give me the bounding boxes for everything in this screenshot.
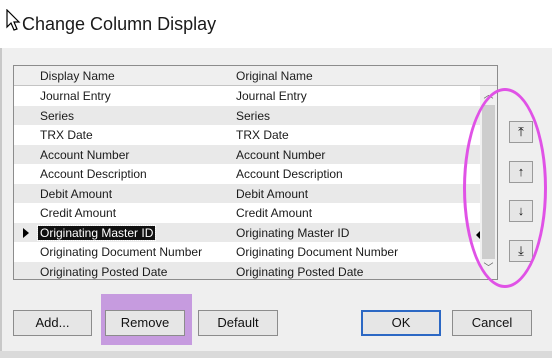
display-name-cell: Originating Document Number xyxy=(40,245,203,259)
original-name-cell: Debit Amount xyxy=(236,186,309,201)
table-row[interactable]: TRX Date TRX Date xyxy=(14,125,480,145)
mouse-cursor-icon xyxy=(6,9,21,31)
original-name-cell: Credit Amount xyxy=(236,206,313,220)
display-name-cell: Series xyxy=(40,108,75,123)
table-row[interactable]: Originating Posted Date Originating Poste… xyxy=(14,261,480,279)
original-name-cell: Account Number xyxy=(236,147,326,162)
table-row[interactable]: Series Series xyxy=(14,105,480,125)
display-name-cell: Debit Amount xyxy=(40,186,113,201)
current-row-icon xyxy=(23,227,29,238)
original-name-cell: Originating Posted Date xyxy=(236,264,364,279)
window-bottom-edge xyxy=(0,351,552,358)
original-name-cell: Originating Master ID xyxy=(236,225,350,240)
title-bar: Change Column Display xyxy=(0,0,552,48)
display-name-cell: Account Number xyxy=(40,147,130,162)
original-name-cell: Originating Document Number xyxy=(236,245,399,259)
display-name-cell: Originating Master ID xyxy=(36,224,157,241)
column-list[interactable]: Display Name Original Name Journal Entry… xyxy=(13,65,498,280)
display-name-cell: Journal Entry xyxy=(40,89,111,103)
remove-button[interactable]: Remove xyxy=(105,310,185,336)
remove-label: Remove xyxy=(120,315,170,330)
table-row[interactable]: Account Number Account Number xyxy=(14,144,480,164)
original-name-cell: Series xyxy=(236,108,271,123)
default-button[interactable]: Default xyxy=(198,310,278,336)
original-name-cell: TRX Date xyxy=(236,128,289,142)
display-name-cell: TRX Date xyxy=(40,128,93,142)
display-name-header[interactable]: Display Name xyxy=(40,69,115,83)
add-button[interactable]: Add... xyxy=(13,310,92,336)
table-row[interactable]: Account Description Account Description xyxy=(14,164,480,184)
original-name-header[interactable]: Original Name xyxy=(236,69,313,83)
default-label: Default xyxy=(217,315,259,330)
original-name-cell: Journal Entry xyxy=(236,89,307,103)
change-column-display-dialog: Change Column Display Display Name Origi… xyxy=(0,0,552,358)
table-row[interactable]: Originating Document Number Originating D… xyxy=(14,242,480,262)
move-buttons-annotation xyxy=(463,88,547,288)
table-row[interactable]: Originating Master ID Originating Master … xyxy=(14,222,480,242)
table-row[interactable]: Credit Amount Credit Amount xyxy=(14,203,480,223)
table-row[interactable]: Debit Amount Debit Amount xyxy=(14,183,480,203)
original-name-cell: Account Description xyxy=(236,167,343,181)
ok-button[interactable]: OK xyxy=(361,310,441,336)
list-rows: Journal Entry Journal Entry Series Series TR… xyxy=(14,86,480,279)
display-name-cell: Originating Posted Date xyxy=(40,264,168,279)
table-row[interactable]: Journal Entry Journal Entry xyxy=(14,86,480,106)
dialog-title: Change Column Display xyxy=(22,14,217,34)
ok-label: OK xyxy=(391,315,411,330)
display-name-cell: Credit Amount xyxy=(40,206,117,220)
list-header: Display Name Original Name xyxy=(14,66,497,86)
cancel-label: Cancel xyxy=(471,315,513,330)
cancel-button[interactable]: Cancel xyxy=(452,310,532,336)
display-name-cell: Account Description xyxy=(40,167,147,181)
